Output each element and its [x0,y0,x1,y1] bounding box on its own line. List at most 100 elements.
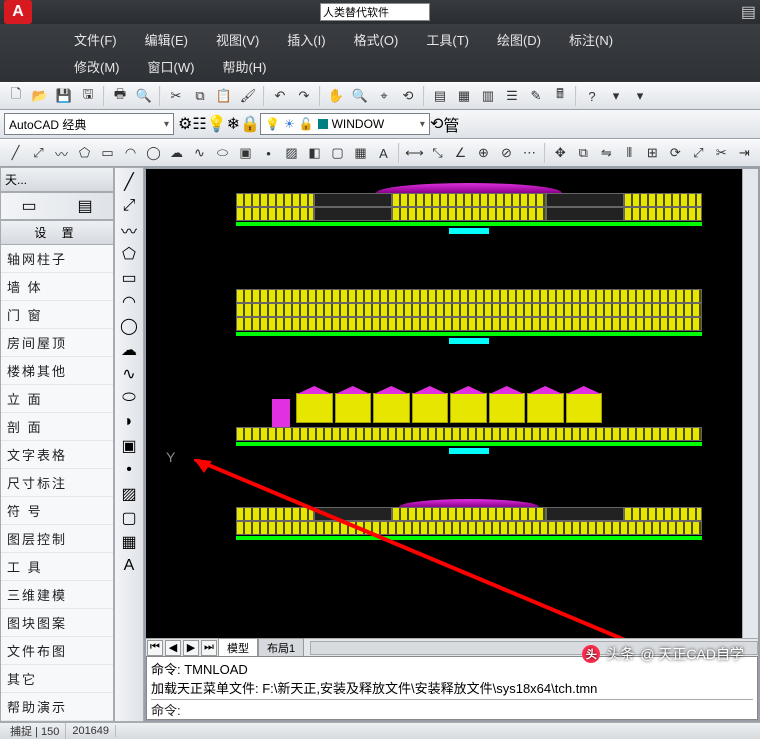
menu-draw[interactable]: 绘图(D) [483,26,555,53]
palette-item-0[interactable]: 轴网柱子 [1,245,113,273]
vertical-scrollbar[interactable] [742,169,758,638]
save-icon[interactable]: 💾 [53,85,75,107]
copy-icon[interactable]: ⧉ [189,85,211,107]
hatch-icon[interactable]: ▨ [281,142,302,164]
layer-combo[interactable]: 💡 ☀ 🔓 WINDOW [260,113,430,135]
redo-icon[interactable]: ↷ [293,85,315,107]
pan-icon[interactable]: ✋ [325,85,347,107]
match-icon[interactable]: 🖌 [237,85,259,107]
v-cloud-icon[interactable]: ☁ [117,339,141,361]
title-search-input[interactable] [320,3,430,21]
menu-modify[interactable]: 修改(M) [60,53,134,80]
v-pline-icon[interactable]: 〰 [117,219,141,241]
line-icon[interactable]: ╱ [5,142,26,164]
palette-item-15[interactable]: 其它 [1,665,113,693]
layer-prev-icon[interactable]: ⟲ [430,114,443,134]
markup-icon[interactable]: ✎ [525,85,547,107]
v-xline-icon[interactable]: ⤢ [117,195,141,217]
v-line-icon[interactable]: ╱ [117,171,141,193]
v-rect-icon[interactable]: ▭ [117,267,141,289]
menu-dimension[interactable]: 标注(N) [555,26,627,53]
title-tool-icon[interactable]: ▤ [741,2,756,22]
layer-freeze-icon[interactable]: ❄ [227,114,240,134]
palette-item-7[interactable]: 文字表格 [1,441,113,469]
sheet-icon[interactable]: ☰ [501,85,523,107]
menu-insert[interactable]: 插入(I) [273,26,339,53]
mirror-icon[interactable]: ⇋ [596,142,617,164]
layer-off-icon[interactable]: 💡 [207,114,227,134]
v-ellipse-icon[interactable]: ⬭ [117,387,141,409]
palette-item-6[interactable]: 剖 面 [1,413,113,441]
circle-icon[interactable]: ◯ [143,142,164,164]
tangent-palette-title[interactable]: 天... [0,167,114,192]
offset-icon[interactable]: ⫴ [619,142,640,164]
drawing-canvas[interactable]: Y [146,169,742,638]
point-icon[interactable]: • [258,142,279,164]
table-icon[interactable]: ▦ [350,142,371,164]
palette-item-10[interactable]: 图层控制 [1,525,113,553]
v-table-icon[interactable]: ▦ [117,531,141,553]
palette-item-3[interactable]: 房间屋顶 [1,329,113,357]
block-icon[interactable]: ▣ [235,142,256,164]
dim-aligned-icon[interactable]: ⤡ [427,142,448,164]
menu-help[interactable]: 帮助(H) [208,53,280,80]
designcenter-icon[interactable]: ▦ [453,85,475,107]
move-icon[interactable]: ✥ [550,142,571,164]
open-icon[interactable]: 📂 [29,85,51,107]
v-polygon-icon[interactable]: ⬠ [117,243,141,265]
print-icon[interactable]: 🖶 [109,85,131,107]
v-spline-icon[interactable]: ∿ [117,363,141,385]
paste-icon[interactable]: 📋 [213,85,235,107]
palette-item-11[interactable]: 工 具 [1,553,113,581]
zoom-prev-icon[interactable]: ⟲ [397,85,419,107]
palette-top1-icon[interactable]: ▭ [17,195,41,217]
tab-last-icon[interactable]: ⏭ [201,640,217,656]
v-block-icon[interactable]: ▣ [117,435,141,457]
properties-icon[interactable]: ▤ [429,85,451,107]
region-icon[interactable]: ▢ [327,142,348,164]
mtext-icon[interactable]: A [373,142,394,164]
tab-model[interactable]: 模型 [218,638,258,657]
array-icon[interactable]: ⊞ [642,142,663,164]
menu-window[interactable]: 窗口(W) [134,53,209,80]
new-icon[interactable]: 🗋 [5,85,27,107]
palette-item-5[interactable]: 立 面 [1,385,113,413]
tab-first-icon[interactable]: ⏮ [147,640,163,656]
palette-item-13[interactable]: 图块图案 [1,609,113,637]
palette-item-16[interactable]: 帮助演示 [1,693,113,721]
v-hatch-icon[interactable]: ▨ [117,483,141,505]
dim-continue-icon[interactable]: ⋯ [519,142,540,164]
layer-manager-icon[interactable]: ☷ [192,114,206,134]
menu-view[interactable]: 视图(V) [202,26,273,53]
workspace-settings-icon[interactable]: ⚙ [178,114,192,134]
tab-next-icon[interactable]: ▶ [183,640,199,656]
ellipse-icon[interactable]: ⬭ [212,142,233,164]
preview-icon[interactable]: 🔍 [133,85,155,107]
dim-diameter-icon[interactable]: ⊘ [496,142,517,164]
menu-file[interactable]: 文件(F) [60,26,131,53]
palette-item-8[interactable]: 尺寸标注 [1,469,113,497]
v-text-icon[interactable]: A [117,555,141,577]
palette-item-9[interactable]: 符 号 [1,497,113,525]
palette-top2-icon[interactable]: ▤ [73,195,97,217]
palette-settings[interactable]: 设 置 [0,220,114,245]
help-icon[interactable]: ? [581,85,603,107]
rotate-icon[interactable]: ⟳ [665,142,686,164]
dim-angular-icon[interactable]: ∠ [450,142,471,164]
palette-item-12[interactable]: 三维建模 [1,581,113,609]
revcloud-icon[interactable]: ☁ [166,142,187,164]
saveas-icon[interactable]: 🖫 [77,85,99,107]
v-ellipsearc-icon[interactable]: ◗ [117,411,141,433]
dim-radius-icon[interactable]: ⊕ [473,142,494,164]
menu-edit[interactable]: 编辑(E) [131,26,202,53]
v-arc-icon[interactable]: ◠ [117,291,141,313]
v-region-icon[interactable]: ▢ [117,507,141,529]
calc-icon[interactable]: 🖩 [549,85,571,107]
extend-icon[interactable]: ⇥ [734,142,755,164]
undo-icon[interactable]: ↶ [269,85,291,107]
dim-linear-icon[interactable]: ⟷ [404,142,425,164]
scale-icon[interactable]: ⤢ [688,142,709,164]
rectangle-icon[interactable]: ▭ [97,142,118,164]
copy2-icon[interactable]: ⧉ [573,142,594,164]
layer-extra-icon[interactable]: 管 [443,112,459,136]
